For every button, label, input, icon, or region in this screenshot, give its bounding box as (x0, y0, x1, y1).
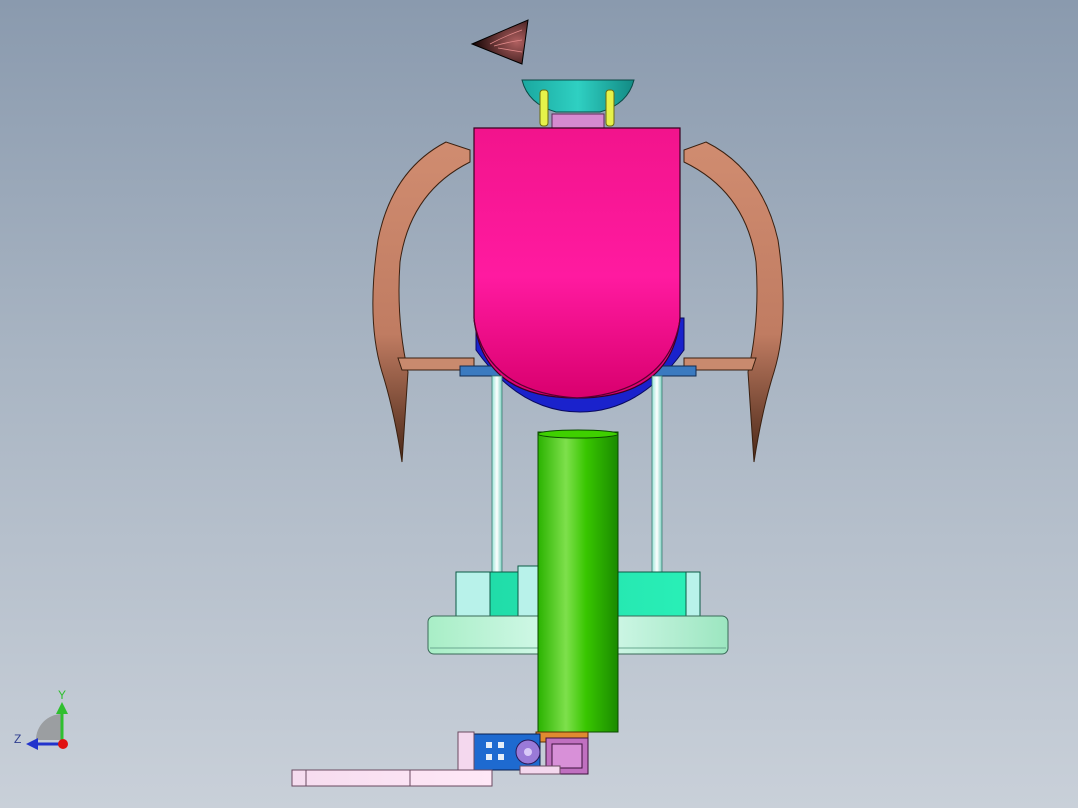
cad-model-view[interactable] (0, 0, 1078, 808)
z-axis-arrow (26, 738, 38, 750)
y-axis-arrow (56, 702, 68, 714)
shell-part[interactable] (473, 127, 681, 399)
cad-viewport[interactable]: Y Z (0, 0, 1078, 808)
triad-arc (36, 714, 62, 740)
triad-origin (58, 739, 68, 749)
triad-z-label: Z (14, 732, 22, 746)
right-arm-part[interactable] (683, 141, 784, 463)
left-arm-part[interactable] (372, 141, 475, 463)
motor-assembly[interactable] (457, 731, 589, 775)
funnel-part[interactable] (521, 79, 635, 129)
coordinate-triad (26, 702, 68, 750)
column-part[interactable] (537, 429, 619, 733)
triad-y-label: Y (58, 688, 67, 702)
base-plate[interactable] (291, 769, 493, 787)
cone-part[interactable] (470, 19, 529, 65)
